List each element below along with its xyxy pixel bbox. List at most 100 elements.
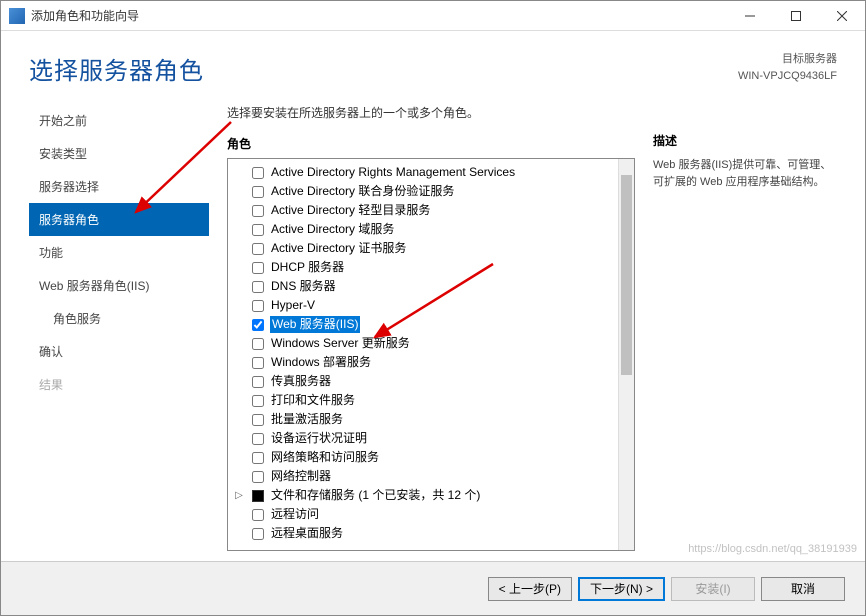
target-server: WIN-VPJCQ9436LF	[738, 68, 837, 85]
target-label: 目标服务器	[738, 51, 837, 68]
role-checkbox[interactable]	[252, 262, 264, 274]
center-panel: 选择要安装在所选服务器上的一个或多个角色。 角色 Active Director…	[209, 98, 635, 551]
role-row-19[interactable]: 远程桌面服务	[228, 524, 634, 543]
role-label: Web 服务器(IIS)	[270, 316, 360, 333]
role-label: 打印和文件服务	[270, 392, 356, 409]
role-row-15[interactable]: 网络策略和访问服务	[228, 448, 634, 467]
description-panel: 描述 Web 服务器(IIS)提供可靠、可管理、可扩展的 Web 应用程序基础结…	[635, 98, 837, 551]
role-checkbox[interactable]	[252, 281, 264, 293]
role-label: 批量激活服务	[270, 411, 344, 428]
role-row-14[interactable]: 设备运行状况证明	[228, 429, 634, 448]
main-area: 开始之前安装类型服务器选择服务器角色功能Web 服务器角色(IIS)角色服务确认…	[1, 98, 865, 561]
sidebar-item-3[interactable]: 服务器角色	[29, 203, 209, 236]
role-row-12[interactable]: 打印和文件服务	[228, 391, 634, 410]
role-label: DNS 服务器	[270, 278, 337, 295]
role-label: 传真服务器	[270, 373, 332, 390]
role-label: Active Directory 联合身份验证服务	[270, 183, 455, 200]
scrollbar[interactable]	[618, 159, 634, 550]
minimize-button[interactable]	[727, 1, 773, 30]
role-row-9[interactable]: Windows Server 更新服务	[228, 334, 634, 353]
description-text: Web 服务器(IIS)提供可靠、可管理、可扩展的 Web 应用程序基础结构。	[653, 157, 837, 190]
role-checkbox[interactable]	[252, 186, 264, 198]
role-checkbox[interactable]	[252, 376, 264, 388]
role-checkbox[interactable]	[252, 224, 264, 236]
role-label: Windows Server 更新服务	[270, 335, 411, 352]
role-row-17[interactable]: ▷ 文件和存储服务 (1 个已安装，共 12 个)	[228, 486, 634, 505]
sidebar-item-0[interactable]: 开始之前	[29, 104, 209, 137]
expand-icon[interactable]: ▷	[234, 487, 244, 504]
sidebar-item-2[interactable]: 服务器选择	[29, 170, 209, 203]
role-row-7[interactable]: Hyper-V	[228, 296, 634, 315]
role-checkbox[interactable]	[252, 395, 264, 407]
role-label: Active Directory 证书服务	[270, 240, 407, 257]
role-checkbox[interactable]	[252, 357, 264, 369]
role-checkbox[interactable]	[252, 471, 264, 483]
sidebar-item-5[interactable]: Web 服务器角色(IIS)	[29, 269, 209, 302]
next-button[interactable]: 下一步(N) >	[578, 577, 665, 601]
role-label: 网络控制器	[270, 468, 332, 485]
role-row-16[interactable]: 网络控制器	[228, 467, 634, 486]
role-row-3[interactable]: Active Directory 域服务	[228, 220, 634, 239]
role-row-5[interactable]: DHCP 服务器	[228, 258, 634, 277]
prev-button[interactable]: < 上一步(P)	[488, 577, 572, 601]
role-label: 网络策略和访问服务	[270, 449, 380, 466]
role-label: 远程桌面服务	[270, 525, 344, 542]
instruction-text: 选择要安装在所选服务器上的一个或多个角色。	[227, 98, 635, 135]
content-area: 选择服务器角色 目标服务器 WIN-VPJCQ9436LF 开始之前安装类型服务…	[1, 31, 865, 615]
app-icon	[9, 8, 25, 24]
page-title: 选择服务器角色	[29, 51, 204, 86]
description-title: 描述	[653, 132, 837, 157]
maximize-button[interactable]	[773, 1, 819, 30]
role-label: 设备运行状况证明	[270, 430, 368, 447]
sidebar-item-4[interactable]: 功能	[29, 236, 209, 269]
role-checkbox[interactable]	[252, 205, 264, 217]
titlebar: 添加角色和功能向导	[1, 1, 865, 31]
cancel-button[interactable]: 取消	[761, 577, 845, 601]
header: 选择服务器角色 目标服务器 WIN-VPJCQ9436LF	[1, 31, 865, 98]
role-label: Hyper-V	[270, 297, 316, 314]
role-checkbox[interactable]	[252, 338, 264, 350]
target-info: 目标服务器 WIN-VPJCQ9436LF	[738, 51, 837, 84]
role-row-10[interactable]: Windows 部署服务	[228, 353, 634, 372]
scrollbar-thumb[interactable]	[621, 175, 632, 375]
role-label: DHCP 服务器	[270, 259, 345, 276]
role-checkbox[interactable]	[252, 243, 264, 255]
role-label: Active Directory 域服务	[270, 221, 395, 238]
roles-scroll[interactable]: Active Directory Rights Management Servi…	[228, 159, 634, 550]
install-button[interactable]: 安装(I)	[671, 577, 755, 601]
sidebar-item-6[interactable]: 角色服务	[29, 302, 209, 335]
role-checkbox[interactable]	[252, 433, 264, 445]
window-controls	[727, 1, 865, 30]
role-checkbox[interactable]	[252, 509, 264, 521]
role-row-1[interactable]: Active Directory 联合身份验证服务	[228, 182, 634, 201]
sidebar-item-1[interactable]: 安装类型	[29, 137, 209, 170]
roles-section-label: 角色	[227, 135, 635, 158]
footer: < 上一步(P) 下一步(N) > 安装(I) 取消	[1, 561, 865, 615]
checkbox-partial[interactable]	[252, 490, 264, 502]
role-label: Windows 部署服务	[270, 354, 372, 371]
role-checkbox[interactable]	[252, 452, 264, 464]
role-checkbox[interactable]	[252, 319, 264, 331]
role-row-18[interactable]: 远程访问	[228, 505, 634, 524]
role-row-8[interactable]: Web 服务器(IIS)	[228, 315, 634, 334]
role-row-2[interactable]: Active Directory 轻型目录服务	[228, 201, 634, 220]
watermark: https://blog.csdn.net/qq_38191939	[688, 543, 857, 555]
role-row-4[interactable]: Active Directory 证书服务	[228, 239, 634, 258]
role-row-6[interactable]: DNS 服务器	[228, 277, 634, 296]
close-button[interactable]	[819, 1, 865, 30]
sidebar-item-7[interactable]: 确认	[29, 335, 209, 368]
role-label: 文件和存储服务 (1 个已安装，共 12 个)	[270, 487, 481, 504]
sidebar: 开始之前安装类型服务器选择服务器角色功能Web 服务器角色(IIS)角色服务确认…	[29, 98, 209, 551]
role-label: 远程访问	[270, 506, 320, 523]
role-checkbox[interactable]	[252, 167, 264, 179]
role-row-11[interactable]: 传真服务器	[228, 372, 634, 391]
roles-list: Active Directory Rights Management Servi…	[227, 158, 635, 551]
role-label: Active Directory Rights Management Servi…	[270, 164, 516, 181]
role-checkbox[interactable]	[252, 414, 264, 426]
window-title: 添加角色和功能向导	[31, 7, 727, 24]
role-checkbox[interactable]	[252, 528, 264, 540]
role-label: Active Directory 轻型目录服务	[270, 202, 431, 219]
role-row-0[interactable]: Active Directory Rights Management Servi…	[228, 163, 634, 182]
role-row-13[interactable]: 批量激活服务	[228, 410, 634, 429]
role-checkbox[interactable]	[252, 300, 264, 312]
